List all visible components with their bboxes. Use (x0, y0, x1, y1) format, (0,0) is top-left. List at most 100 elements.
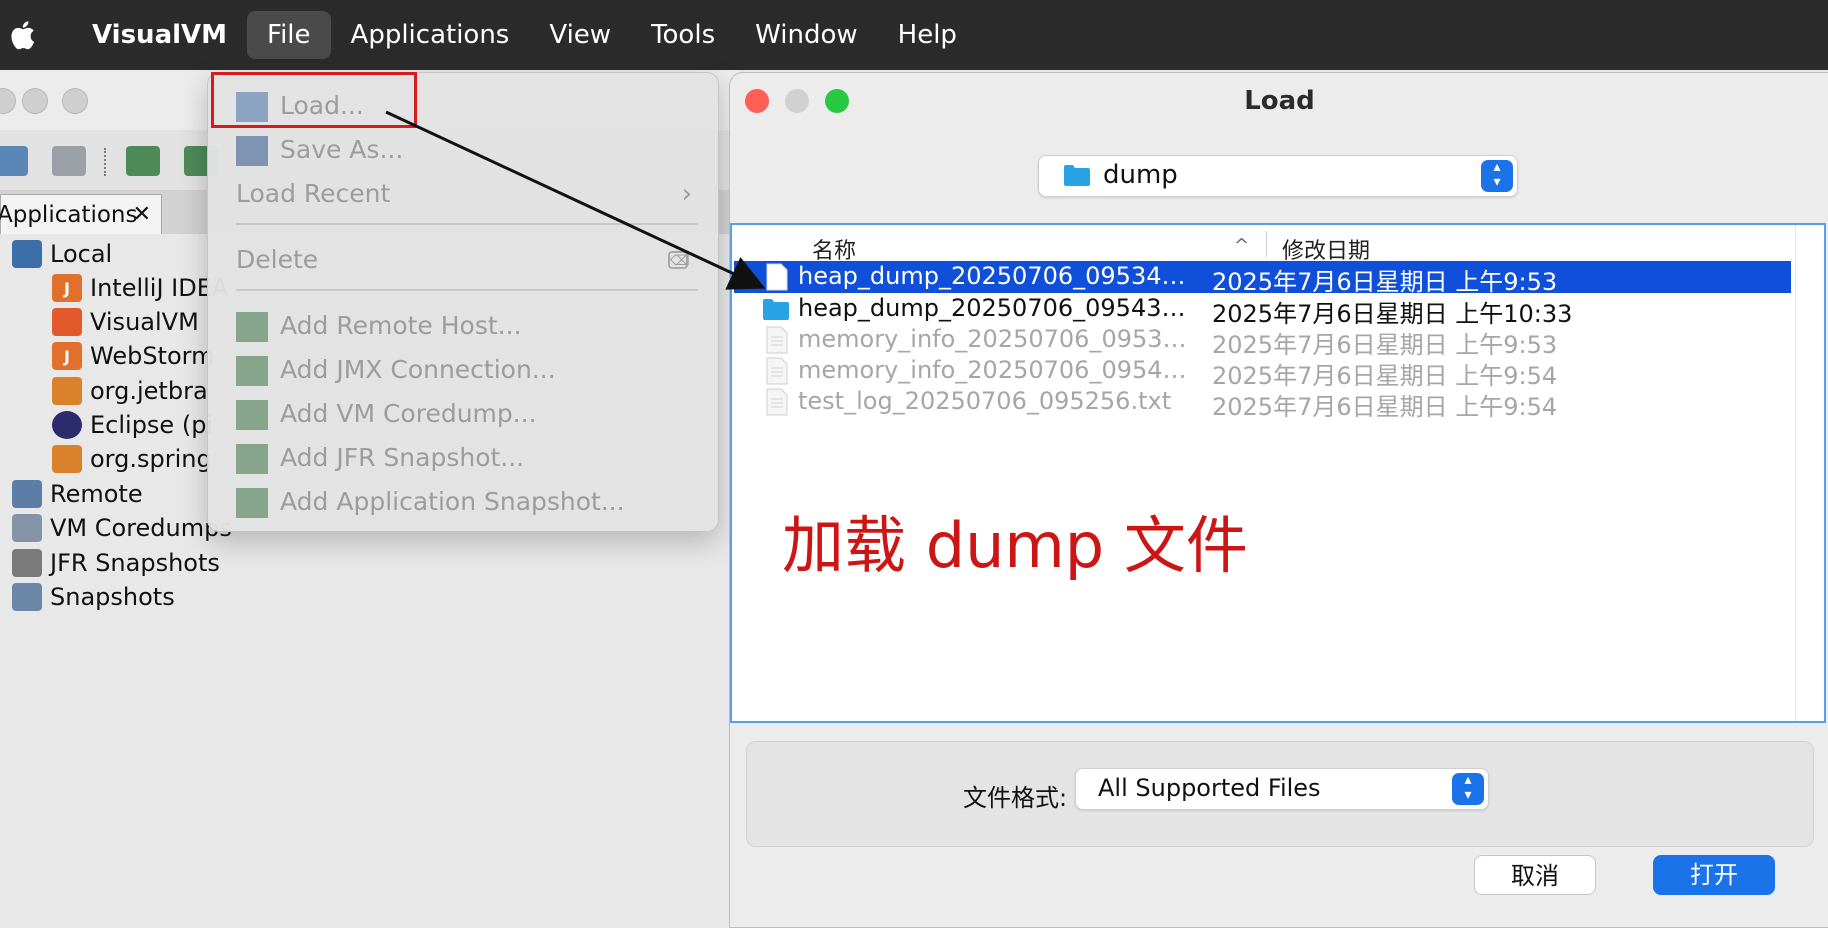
window-zoom-button[interactable] (62, 88, 88, 114)
sort-ascending-icon[interactable]: ^ (1234, 235, 1249, 256)
menu-item-save-as[interactable]: Save As... (208, 129, 718, 173)
tree-node-visualvm[interactable]: VisualVM (52, 304, 199, 340)
text-document-icon (766, 326, 788, 354)
file-name: heap_dump_20250706_095436.hp... (798, 294, 1194, 322)
dialog-title: Load (1244, 86, 1315, 116)
folder-select-stepper-icon: ▴ ▾ (1481, 160, 1513, 192)
menu-item-add-application-snapshot[interactable]: Add Application Snapshot... (208, 481, 718, 525)
add-coredump-icon (236, 400, 268, 430)
folder-icon (763, 299, 789, 320)
menu-window[interactable]: Window (735, 11, 878, 59)
tree-node-remote[interactable]: Remote (12, 476, 143, 512)
menu-file[interactable]: File (247, 11, 331, 59)
file-name: memory_info_20250706_095341.txt (798, 325, 1194, 353)
file-menu-dropdown: Load... Save As... Load Recent › Delete … (207, 72, 719, 532)
menu-separator (236, 223, 698, 225)
file-name: test_log_20250706_095256.txt (798, 387, 1172, 415)
file-list: 名称 ^ 修改日期 heap_dump_20250706_095340.hpro… (730, 223, 1826, 723)
tree-node-label: org.spring (90, 445, 212, 473)
file-row: memory_info_20250706_095341.txt 2025年7月6… (734, 324, 1791, 359)
format-select-value: All Supported Files (1098, 774, 1321, 802)
menu-item-add-jfr-snapshot[interactable]: Add JFR Snapshot... (208, 437, 718, 481)
tree-node-intellij[interactable]: J IntelliJ IDEA (52, 270, 228, 306)
webstorm-icon: J (52, 342, 82, 370)
text-document-icon (766, 388, 788, 416)
remote-host-icon (12, 480, 42, 508)
format-label: 文件格式: (963, 784, 1068, 812)
menu-item-label: Add Application Snapshot... (280, 487, 625, 516)
tree-node-label: Remote (50, 480, 143, 508)
open-button[interactable]: 打开 (1653, 855, 1775, 895)
tree-node-label: Snapshots (50, 583, 175, 611)
tab-applications[interactable]: Applications ✕ (0, 194, 162, 234)
menu-help[interactable]: Help (878, 11, 977, 59)
menu-view[interactable]: View (529, 11, 631, 59)
save-toolbar-icon[interactable] (52, 146, 86, 176)
menu-tools[interactable]: Tools (631, 11, 735, 59)
text-document-icon (766, 357, 788, 385)
tree-node-webstorm[interactable]: J WebStorm (52, 338, 214, 374)
menu-item-add-jmx-connection[interactable]: Add JMX Connection... (208, 349, 718, 393)
format-bar: 文件格式: All Supported Files ▴ ▾ (746, 741, 1814, 847)
tree-node-label: VM Coredumps (50, 514, 232, 542)
window-close-button[interactable] (0, 88, 16, 114)
load-toolbar-icon[interactable] (0, 146, 28, 176)
tree-node-jfr-snapshots[interactable]: JFR Snapshots (12, 545, 220, 581)
menu-item-load-recent[interactable]: Load Recent › (208, 173, 718, 217)
menu-item-add-vm-coredump[interactable]: Add VM Coredump... (208, 393, 718, 437)
tree-node-org-spring[interactable]: org.spring (52, 441, 212, 477)
annotation-text: 加载 dump 文件 (782, 509, 1248, 582)
menu-separator (236, 289, 698, 291)
menu-item-label: Add VM Coredump... (280, 399, 537, 428)
tree-node-label: Eclipse (pi (90, 411, 214, 439)
file-row: memory_info_20250706_095436.txt 2025年7月6… (734, 355, 1791, 390)
file-name: heap_dump_20250706_095340.hprof (798, 262, 1194, 290)
cancel-button[interactable]: 取消 (1474, 855, 1596, 895)
folder-select[interactable]: dump ▴ ▾ (1038, 155, 1518, 197)
jfr-snapshot-icon (12, 549, 42, 577)
menu-applications[interactable]: Applications (331, 11, 530, 59)
menu-bar: VisualVM File Applications View Tools Wi… (0, 0, 1828, 70)
eclipse-icon (52, 411, 82, 439)
save-icon (236, 136, 268, 166)
apple-logo-icon[interactable] (6, 18, 36, 52)
file-row: test_log_20250706_095256.txt 2025年7月6日星期… (734, 386, 1791, 421)
file-row[interactable]: heap_dump_20250706_095436.hp... 2025年7月6… (734, 293, 1791, 328)
menu-item-delete[interactable]: Delete ⌫ (208, 239, 718, 283)
column-divider (1266, 231, 1267, 257)
menu-item-label: Add JFR Snapshot... (280, 443, 525, 472)
file-list-scrollbar[interactable] (1795, 225, 1824, 721)
tree-node-label: org.jetbra (90, 377, 208, 405)
folder-select-label: dump (1103, 160, 1178, 190)
menu-app-name[interactable]: VisualVM (72, 11, 247, 59)
tree-node-vm-coredumps[interactable]: VM Coredumps (12, 510, 232, 546)
tab-close-icon[interactable]: ✕ (133, 195, 151, 235)
add-remote-host-toolbar-icon[interactable] (126, 146, 160, 176)
tree-node-local[interactable]: Local (12, 236, 112, 272)
tree-node-snapshots[interactable]: Snapshots (12, 579, 175, 615)
menu-item-label: Load Recent (236, 179, 391, 208)
intellij-icon: J (52, 274, 82, 302)
add-snapshot-icon (236, 488, 268, 518)
visualvm-icon (52, 308, 82, 336)
load-highlight-box (211, 72, 417, 128)
tree-node-label: VisualVM (90, 308, 199, 336)
file-row[interactable]: heap_dump_20250706_095340.hprof 2025年7月6… (734, 261, 1791, 296)
format-select-stepper-icon: ▴ ▾ (1452, 773, 1484, 805)
folder-icon (1064, 165, 1090, 186)
menu-item-label: Add JMX Connection... (280, 355, 556, 384)
file-name: memory_info_20250706_095436.txt (798, 356, 1194, 384)
window-minimize-button[interactable] (22, 88, 48, 114)
menu-item-label: Save As... (280, 135, 404, 164)
tree-node-org-jetbrains[interactable]: org.jetbra (52, 373, 208, 409)
java-icon (52, 377, 82, 405)
menu-item-label: Add Remote Host... (280, 311, 522, 340)
format-select[interactable]: All Supported Files ▴ ▾ (1075, 768, 1489, 810)
menu-item-add-remote-host[interactable]: Add Remote Host... (208, 305, 718, 349)
add-jmx-icon (236, 356, 268, 386)
add-jfr-icon (236, 444, 268, 474)
file-date: 2025年7月6日星期日 上午9:54 (1212, 393, 1558, 421)
submenu-chevron-icon: › (681, 179, 692, 209)
coredump-icon (12, 514, 42, 542)
tree-node-eclipse[interactable]: Eclipse (pi (52, 407, 213, 443)
